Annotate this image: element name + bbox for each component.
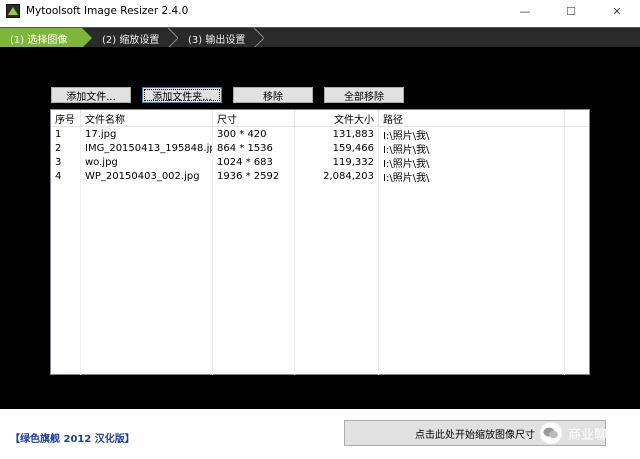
step-resize-settings[interactable]: (2) 缩放设置 bbox=[92, 28, 178, 48]
footer-bar: 【绿色旗舰 2012 汉化版】 点击此处开始缩放图像尺寸 商业聊 bbox=[0, 409, 640, 459]
cell-name: 17.jpg bbox=[81, 127, 213, 141]
watermark: 商业聊 bbox=[540, 422, 607, 444]
cell-filesize: 119,332 bbox=[295, 155, 379, 169]
cell-name: WP_20150403_002.jpg bbox=[81, 169, 213, 183]
cell-filesize: 159,466 bbox=[295, 141, 379, 155]
cell-index: 4 bbox=[51, 169, 81, 183]
remove-button[interactable]: 移除 bbox=[233, 87, 313, 103]
step-label: (1) 选择图像 bbox=[10, 34, 68, 46]
table-row[interactable]: 4 WP_20150403_002.jpg 1936 * 2592 2,084,… bbox=[51, 169, 589, 183]
column-header-path[interactable]: 路径 bbox=[379, 110, 565, 126]
main-panel: 添加文件... 添加文件夹... 移除 全部移除 序号 文件名称 尺寸 文件大小… bbox=[0, 47, 640, 409]
step-select-images[interactable]: (1) 选择图像 bbox=[0, 28, 82, 48]
add-file-button[interactable]: 添加文件... bbox=[51, 87, 131, 103]
table-row[interactable]: 1 17.jpg 300 * 420 131,883 I:\照片\我\ bbox=[51, 127, 589, 141]
column-header-filesize[interactable]: 文件大小 bbox=[295, 110, 379, 126]
list-body: 1 17.jpg 300 * 420 131,883 I:\照片\我\ 2 IM… bbox=[51, 127, 589, 375]
cell-index: 3 bbox=[51, 155, 81, 169]
close-button[interactable]: ✕ bbox=[594, 0, 640, 22]
column-header-dimensions[interactable]: 尺寸 bbox=[213, 110, 295, 126]
table-row[interactable]: 2 IMG_20150413_195848.jpg 864 * 1536 159… bbox=[51, 141, 589, 155]
cell-dimensions: 1024 * 683 bbox=[213, 155, 295, 169]
cell-path: I:\照片\我\ bbox=[379, 155, 565, 169]
column-header-index[interactable]: 序号 bbox=[51, 110, 81, 126]
step-arrow-icon bbox=[82, 28, 92, 48]
step-arrow-icon bbox=[254, 28, 264, 48]
step-output-settings[interactable]: (3) 输出设置 bbox=[178, 28, 264, 48]
cell-path: I:\照片\我\ bbox=[379, 141, 565, 155]
add-folder-button[interactable]: 添加文件夹... bbox=[142, 87, 222, 103]
wechat-icon bbox=[540, 422, 562, 444]
step-bar: (1) 选择图像 (2) 缩放设置 (3) 输出设置 bbox=[0, 27, 640, 48]
cell-dimensions: 864 * 1536 bbox=[213, 141, 295, 155]
cell-name: wo.jpg bbox=[81, 155, 213, 169]
title-bar: Mytoolsoft Image Resizer 2.4.0 — ☐ ✕ bbox=[0, 0, 640, 22]
cell-name: IMG_20150413_195848.jpg bbox=[81, 141, 213, 155]
cell-index: 1 bbox=[51, 127, 81, 141]
maximize-button[interactable]: ☐ bbox=[548, 0, 594, 22]
step-label: (3) 输出设置 bbox=[188, 34, 246, 46]
cell-index: 2 bbox=[51, 141, 81, 155]
table-row[interactable]: 3 wo.jpg 1024 * 683 119,332 I:\照片\我\ bbox=[51, 155, 589, 169]
watermark-text: 商业聊 bbox=[568, 427, 608, 443]
cell-path: I:\照片\我\ bbox=[379, 169, 565, 183]
cell-dimensions: 1936 * 2592 bbox=[213, 169, 295, 183]
column-header-empty bbox=[565, 110, 589, 126]
cell-filesize: 131,883 bbox=[295, 127, 379, 141]
cell-dimensions: 300 * 420 bbox=[213, 127, 295, 141]
list-header: 序号 文件名称 尺寸 文件大小 路径 bbox=[51, 110, 589, 127]
step-label: (2) 缩放设置 bbox=[102, 34, 160, 46]
brand-label: 【绿色旗舰 2012 汉化版】 bbox=[10, 434, 135, 445]
remove-all-button[interactable]: 全部移除 bbox=[324, 87, 404, 103]
cell-filesize: 2,084,203 bbox=[295, 169, 379, 183]
window-title: Mytoolsoft Image Resizer 2.4.0 bbox=[26, 5, 189, 17]
cell-path: I:\照片\我\ bbox=[379, 127, 565, 141]
app-icon bbox=[6, 4, 20, 18]
step-arrow-icon bbox=[168, 28, 178, 48]
file-list[interactable]: 序号 文件名称 尺寸 文件大小 路径 1 17.jpg 300 * 420 13… bbox=[50, 109, 590, 375]
minimize-button[interactable]: — bbox=[502, 0, 548, 22]
column-header-name[interactable]: 文件名称 bbox=[81, 110, 213, 126]
